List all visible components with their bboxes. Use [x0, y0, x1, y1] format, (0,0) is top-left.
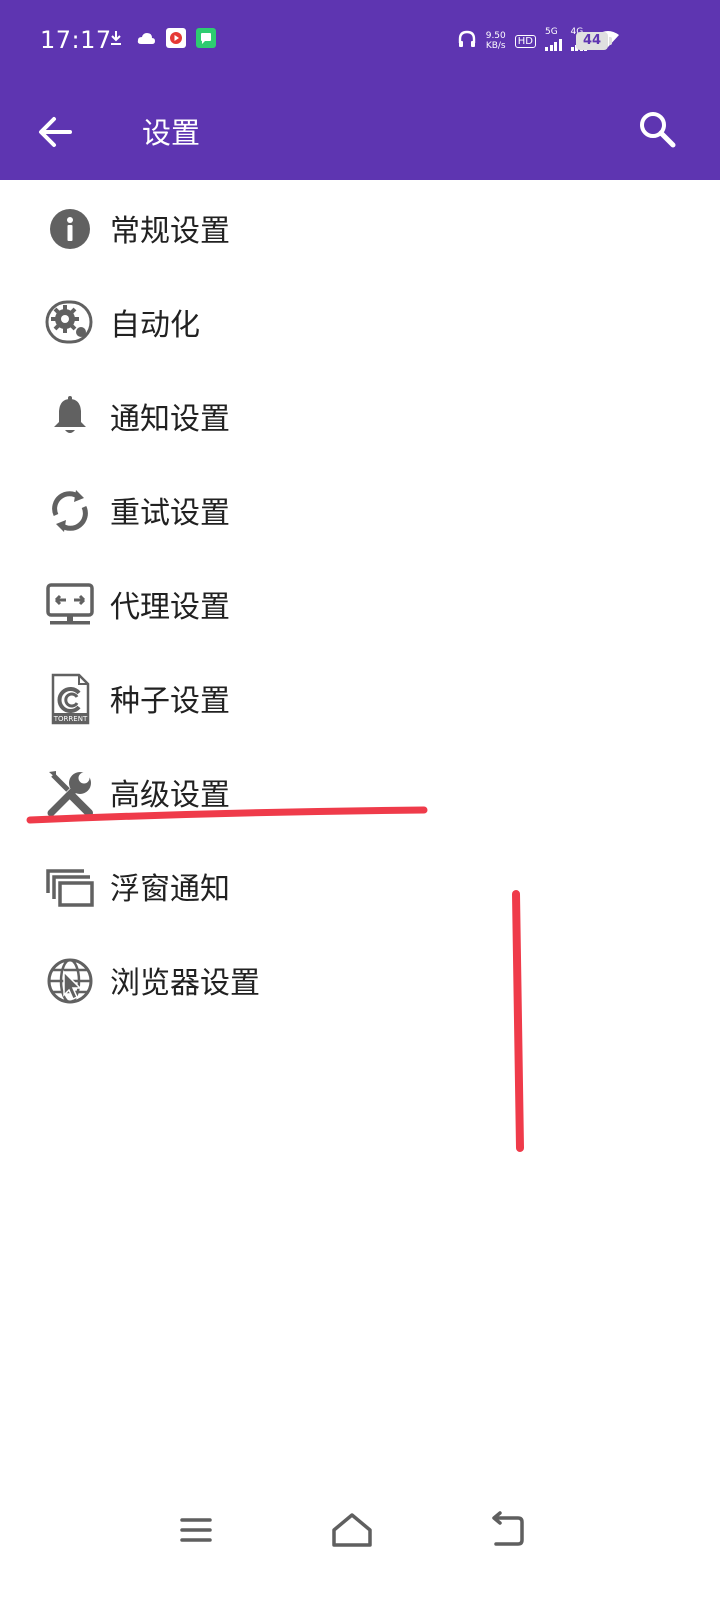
settings-item-proxy[interactable]: 代理设置: [0, 556, 720, 650]
info-icon: [50, 209, 90, 249]
hd-badge: HD: [514, 34, 536, 48]
back-button[interactable]: [30, 106, 82, 158]
settings-item-retry[interactable]: 重试设置: [0, 462, 720, 556]
speed-value: 9.50: [485, 31, 506, 41]
settings-item-general[interactable]: 常规设置: [0, 180, 720, 274]
search-button[interactable]: [630, 102, 686, 158]
settings-item-label: 浮窗通知: [110, 872, 230, 907]
chat-app-icon: [196, 28, 216, 48]
navigation-bar: [0, 1490, 720, 1570]
settings-item-label: 高级设置: [110, 778, 230, 813]
settings-item-label: 代理设置: [110, 590, 230, 625]
battery-indicator: 44: [576, 32, 612, 50]
search-icon: [640, 112, 676, 148]
notification-icons: [106, 28, 216, 48]
settings-item-label: 自动化: [110, 308, 200, 343]
speed-unit: KB/s: [485, 41, 506, 51]
settings-item-advanced[interactable]: 高级设置: [0, 744, 720, 838]
floating-windows-icon: [46, 869, 94, 907]
globe-cursor-icon: [47, 958, 93, 1004]
back-nav-button[interactable]: [480, 1504, 536, 1556]
video-app-icon: [166, 28, 186, 48]
download-icon: [106, 28, 126, 48]
settings-list: 常规设置 自动化 通知设置 重试设置 代理设置 TORRENT 种子设置 高级设…: [0, 180, 720, 1026]
arrow-left-icon: [39, 117, 72, 147]
cloud-icon: [136, 28, 156, 48]
headphones-icon: [457, 29, 477, 53]
bell-icon: [54, 396, 86, 433]
sim1-signal: 5G: [545, 28, 562, 54]
settings-item-browser[interactable]: 浏览器设置: [0, 932, 720, 1026]
settings-item-torrent[interactable]: TORRENT 种子设置: [0, 650, 720, 744]
page-title: 设置: [142, 116, 201, 150]
app-bar: 设置: [0, 84, 720, 180]
torrent-icon-text: TORRENT: [53, 715, 88, 723]
network-speed: 9.50 KB/s: [486, 31, 506, 51]
settings-item-label: 通知设置: [110, 402, 230, 437]
menu-icon: [180, 1518, 212, 1542]
home-icon: [332, 1513, 372, 1547]
home-button[interactable]: [324, 1504, 380, 1556]
automation-gear-icon: [45, 300, 93, 344]
retry-icon: [52, 490, 88, 532]
settings-item-automation[interactable]: 自动化: [0, 274, 720, 368]
proxy-monitor-icon: [46, 583, 94, 625]
wrench-screwdriver-icon: [47, 771, 93, 817]
settings-item-label: 种子设置: [110, 684, 230, 719]
settings-item-label: 常规设置: [110, 214, 230, 249]
settings-item-label: 重试设置: [110, 496, 230, 531]
back-nav-icon: [492, 1511, 524, 1546]
status-bar: 17:17 9.50 KB/s HD 5G 4G: [0, 0, 720, 84]
signal-bars-icon: [545, 39, 562, 51]
sim1-label: 5G: [545, 27, 558, 37]
settings-item-floating[interactable]: 浮窗通知: [0, 838, 720, 932]
status-time: 17:17: [40, 26, 112, 54]
settings-item-notification[interactable]: 通知设置: [0, 368, 720, 462]
settings-item-label: 浏览器设置: [110, 966, 260, 1001]
torrent-file-icon: TORRENT: [51, 673, 90, 725]
recent-apps-button[interactable]: [168, 1504, 224, 1556]
